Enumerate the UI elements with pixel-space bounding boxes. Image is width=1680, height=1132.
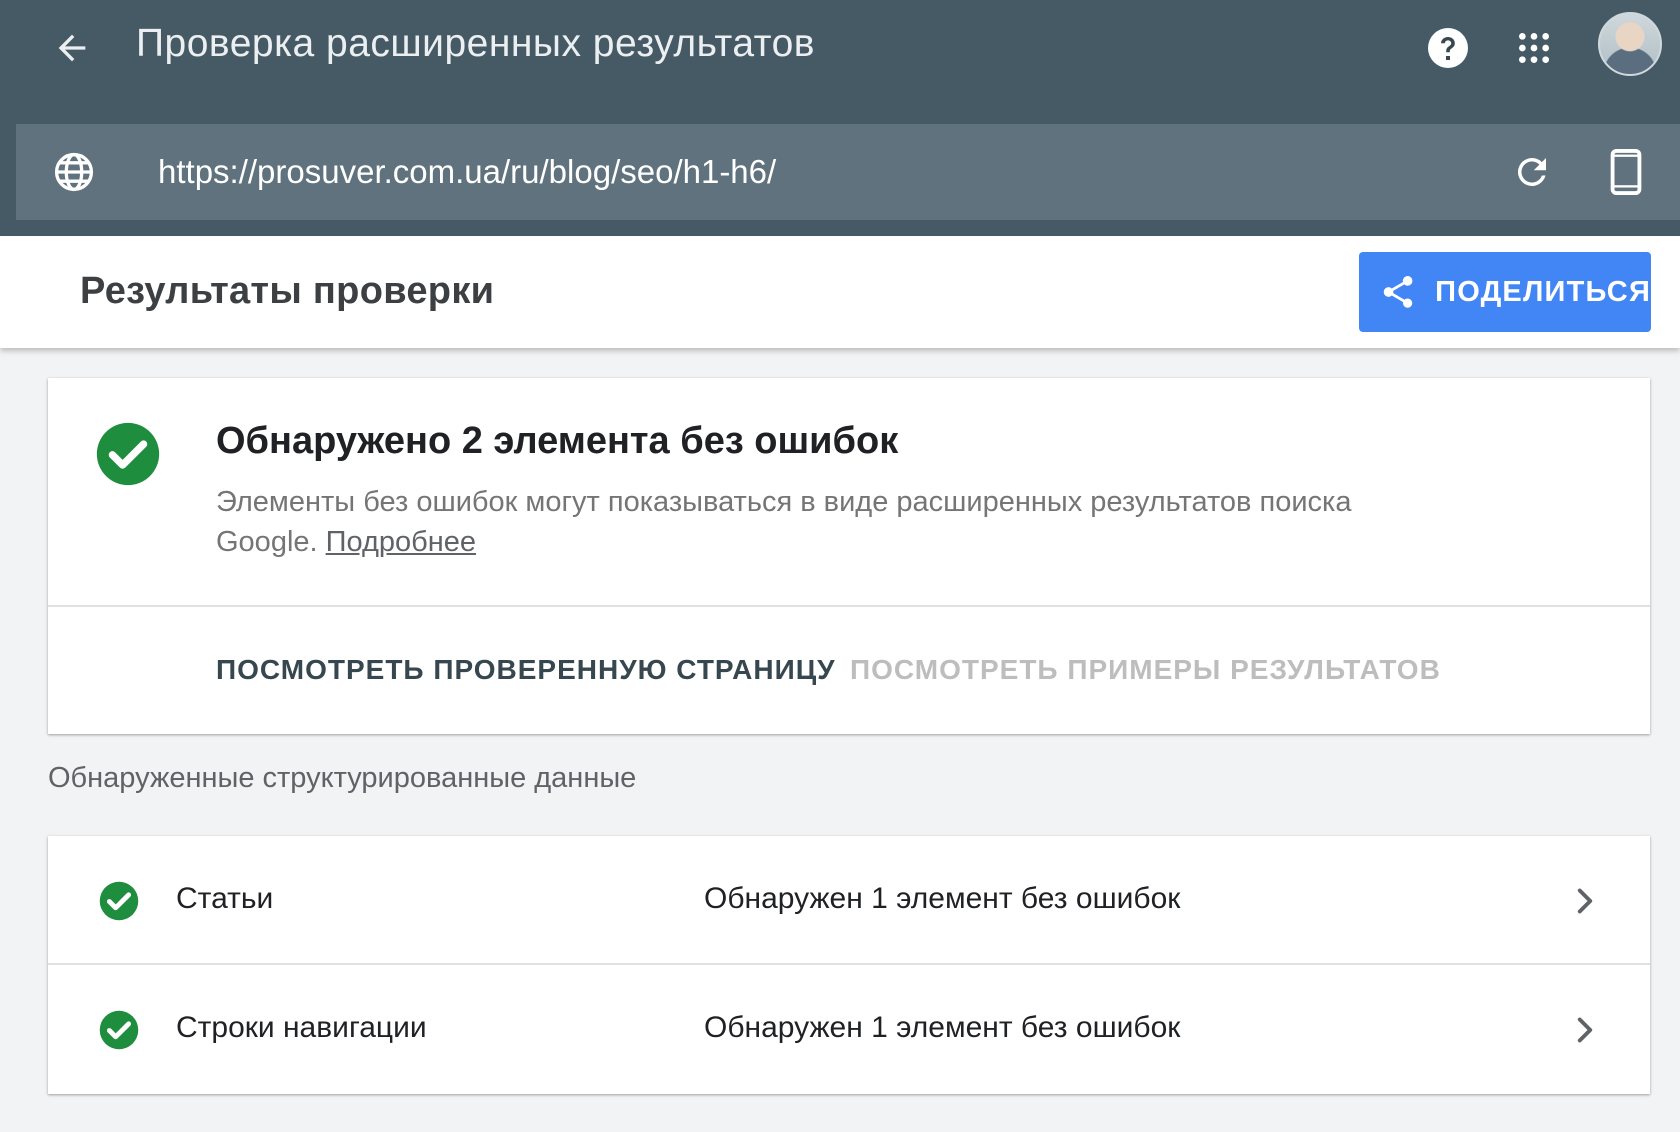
- back-button[interactable]: [44, 20, 100, 76]
- page-title: Результаты проверки: [80, 270, 495, 312]
- list-item-name: Строки навигации: [176, 1011, 427, 1044]
- app-title: Проверка расширенных результатов: [136, 22, 816, 65]
- list-item[interactable]: Строки навигации Обнаружен 1 элемент без…: [48, 965, 1650, 1094]
- summary-description: Элементы без ошибок могут показываться в…: [216, 482, 1376, 562]
- avatar[interactable]: [1598, 12, 1662, 76]
- smartphone-icon: [1610, 149, 1642, 195]
- list-item-status: Обнаружен 1 элемент без ошибок: [704, 1011, 1181, 1044]
- arrow-back-icon: [58, 34, 86, 62]
- apps-grid-icon: [1519, 33, 1549, 63]
- share-icon: [1383, 276, 1413, 308]
- url-input[interactable]: [158, 146, 1458, 198]
- reload-icon: [1517, 157, 1546, 186]
- list-item-status: Обнаружен 1 элемент без ошибок: [704, 882, 1181, 915]
- title-row: Проверка расширенных результатов: [0, 0, 1680, 96]
- section-label: Обнаруженные структурированные данные: [48, 762, 637, 794]
- globe-icon: [48, 146, 100, 198]
- list-item[interactable]: Статьи Обнаружен 1 элемент без ошибок: [48, 836, 1650, 965]
- list-item-name: Статьи: [176, 882, 274, 915]
- preview-results-button[interactable]: ПОСМОТРЕТЬ ПРИМЕРЫ РЕЗУЛЬТАТОВ: [850, 654, 1441, 686]
- summary-card: Обнаружено 2 элемента без ошибок Элемент…: [48, 378, 1650, 734]
- learn-more-link[interactable]: Подробнее: [326, 526, 476, 558]
- detected-items-list: Статьи Обнаружен 1 элемент без ошибок Ст…: [48, 836, 1650, 1094]
- view-tested-page-button[interactable]: ПОСМОТРЕТЬ ПРОВЕРЕННУЮ СТРАНИЦУ: [216, 654, 836, 686]
- summary-heading: Обнаружено 2 элемента без ошибок: [216, 420, 899, 462]
- results-header: Результаты проверки ПОДЕЛИТЬСЯ: [0, 236, 1680, 348]
- check-circle-icon: [99, 1010, 139, 1050]
- share-button[interactable]: ПОДЕЛИТЬСЯ: [1359, 252, 1651, 332]
- apps-button[interactable]: [1506, 20, 1562, 76]
- share-label: ПОДЕЛИТЬСЯ: [1435, 275, 1651, 308]
- divider: [48, 605, 1650, 607]
- app-header: Проверка расширенных результатов: [0, 0, 1680, 236]
- check-circle-icon: [96, 422, 160, 486]
- help-icon: [1428, 28, 1468, 68]
- chevron-right-icon: [1577, 888, 1593, 914]
- url-bar: [16, 124, 1680, 220]
- chevron-right-icon: [1577, 1017, 1593, 1043]
- device-toggle-button[interactable]: [1598, 144, 1654, 200]
- help-button[interactable]: [1420, 20, 1476, 76]
- reload-button[interactable]: [1504, 144, 1560, 200]
- check-circle-icon: [99, 881, 139, 921]
